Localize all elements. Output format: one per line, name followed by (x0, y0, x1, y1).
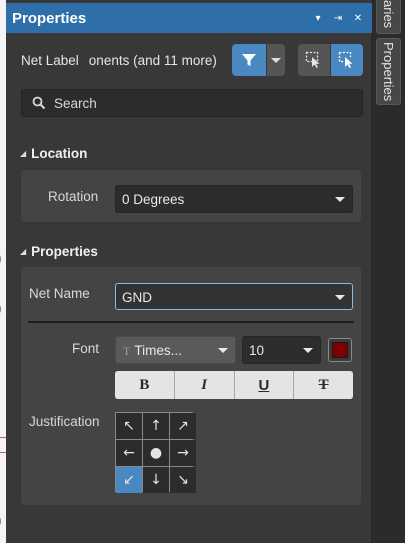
chevron-down-icon (218, 348, 228, 353)
font-family-value: T Times... (123, 343, 182, 359)
font-family-name: Times... (134, 343, 182, 358)
panel-menu-button[interactable]: ▾ (308, 13, 328, 24)
side-tab-strip: aries Properties (372, 0, 405, 543)
schematic-mark: ) (0, 300, 1, 318)
search-icon (32, 96, 46, 110)
font-style-bar: B I U T (115, 371, 353, 399)
filter-button[interactable] (232, 44, 266, 76)
justify-center-button[interactable]: ● (143, 440, 169, 466)
strikethrough-button[interactable]: T (294, 371, 353, 399)
collapse-triangle-icon: ◢ (20, 247, 27, 256)
justify-bottom-left-button[interactable]: ↙ (116, 467, 142, 493)
properties-panel: Properties ▾ ⇥ ✕ Net Label onents (and 11… (6, 0, 372, 543)
justify-middle-right-button[interactable]: → (170, 440, 196, 466)
justification-label: Justification (29, 414, 100, 429)
tab-properties-label: Properties (381, 41, 396, 102)
justification-grid: ↖ ↑ ↗ ← ● → ↙ ↓ ↘ (115, 412, 196, 493)
bold-button[interactable]: B (115, 371, 175, 399)
font-size-dropdown[interactable]: 10 (242, 336, 321, 364)
tab-properties[interactable]: Properties (376, 38, 401, 105)
net-name-field[interactable]: GND (115, 283, 353, 310)
properties-section-title: Properties (31, 244, 98, 259)
italic-button[interactable]: I (174, 371, 235, 399)
section-divider (28, 321, 354, 323)
underline-button[interactable]: U (234, 371, 295, 399)
chevron-down-icon (335, 197, 345, 202)
selection-object-kind: Net Label (21, 53, 79, 68)
rotation-value: 0 Degrees (122, 192, 185, 207)
tab-libraries-label: aries (381, 0, 396, 29)
panel-pin-button[interactable]: ⇥ (328, 13, 348, 24)
rotation-dropdown[interactable]: 0 Degrees (115, 185, 353, 213)
select-touching-button[interactable] (331, 44, 363, 76)
schematic-mark: ) (0, 250, 1, 268)
panel-title: Properties (12, 9, 87, 27)
panel-titlebar[interactable]: Properties ▾ ⇥ ✕ (6, 3, 372, 33)
font-family-dropdown[interactable]: T Times... (115, 336, 236, 364)
font-color-fill (332, 342, 348, 358)
justify-bottom-center-button[interactable]: ↓ (143, 467, 169, 493)
filter-icon (242, 54, 256, 66)
chevron-down-icon (271, 57, 281, 63)
font-type-icon: T (123, 344, 131, 358)
rotation-label: Rotation (48, 189, 99, 204)
cursor-select-icon (338, 51, 353, 68)
filter-dropdown-button[interactable] (267, 44, 285, 76)
justify-top-right-button[interactable]: ↗ (170, 413, 196, 439)
selection-rect-icon (305, 51, 320, 68)
font-color-swatch[interactable] (328, 338, 352, 362)
justify-middle-left-button[interactable]: ← (116, 440, 142, 466)
chevron-down-icon (335, 295, 345, 300)
collapse-triangle-icon: ◢ (20, 149, 27, 158)
chevron-down-icon (303, 348, 313, 353)
justify-top-center-button[interactable]: ↑ (143, 413, 169, 439)
search-input[interactable]: Search (21, 89, 363, 117)
font-label: Font (72, 341, 100, 356)
justify-top-left-button[interactable]: ↖ (116, 413, 142, 439)
properties-section-header[interactable]: ◢ Properties (20, 244, 98, 259)
net-name-value: GND (122, 290, 152, 305)
select-inside-button[interactable] (298, 44, 330, 76)
location-section-header[interactable]: ◢ Location (20, 146, 87, 161)
selection-components-text: onents (and 11 more) (88, 53, 217, 68)
location-group: Rotation 0 Degrees (21, 170, 361, 222)
selection-filter-row: Net Label onents (and 11 more) (6, 42, 372, 78)
search-placeholder: Search (54, 96, 97, 111)
panel-close-button[interactable]: ✕ (348, 13, 368, 24)
net-name-label: Net Name (29, 286, 90, 301)
justify-bottom-right-button[interactable]: ↘ (170, 467, 196, 493)
font-size-value: 10 (249, 343, 265, 358)
tab-libraries[interactable]: aries (376, 0, 401, 34)
schematic-mark: ) (0, 512, 1, 530)
location-section-title: Location (31, 146, 88, 161)
selection-summary: Net Label onents (and 11 more) (21, 53, 217, 68)
